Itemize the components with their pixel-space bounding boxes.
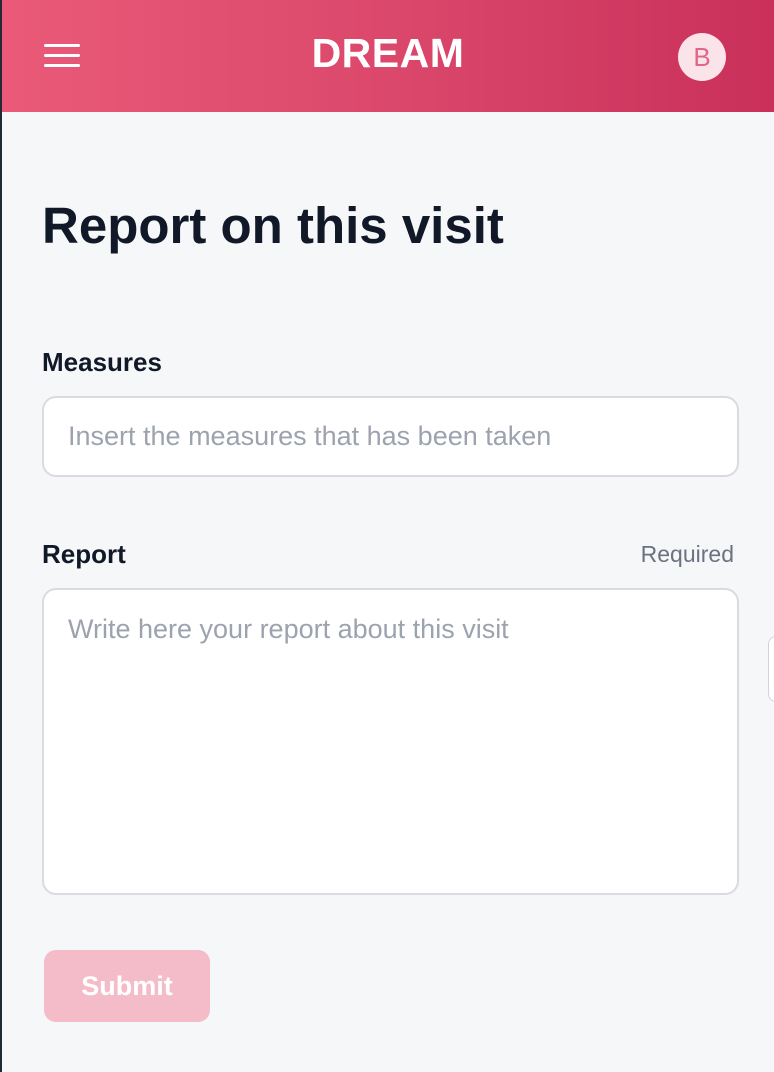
- measures-input[interactable]: [42, 396, 739, 477]
- report-textarea[interactable]: [42, 588, 739, 895]
- page-title: Report on this visit: [42, 197, 504, 254]
- app-brand-title: DREAM: [311, 30, 465, 76]
- app-frame: DREAM B Report on this visit Measures Re…: [0, 0, 774, 1072]
- top-app-bar: DREAM B: [2, 0, 774, 112]
- required-indicator: Required: [640, 541, 734, 567]
- report-label: Report: [42, 539, 126, 569]
- submit-button[interactable]: Submit: [44, 950, 210, 1022]
- measures-label: Measures: [42, 347, 162, 377]
- user-avatar[interactable]: B: [678, 33, 726, 81]
- side-handle-tab[interactable]: [768, 636, 774, 702]
